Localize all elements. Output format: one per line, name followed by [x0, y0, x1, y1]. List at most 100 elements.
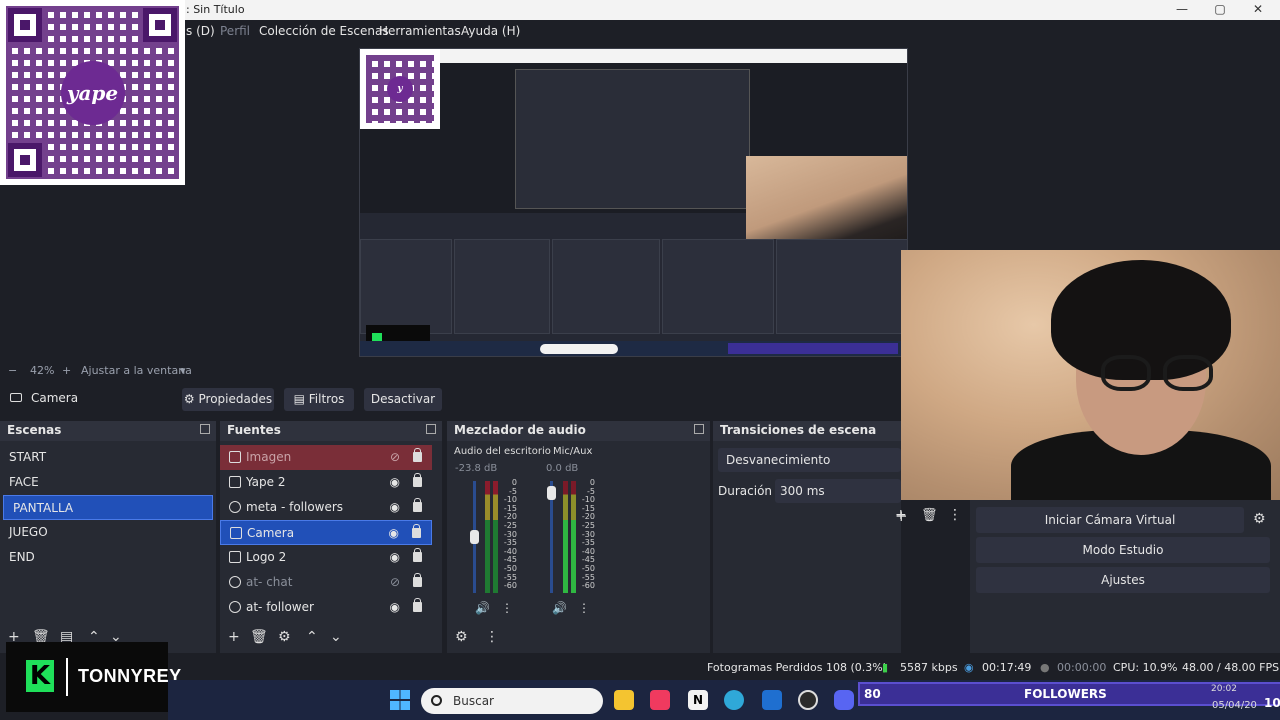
- scene-item[interactable]: FACE: [0, 470, 216, 495]
- eye-icon[interactable]: ◉: [389, 521, 399, 546]
- zoom-mode-select[interactable]: Ajustar a la ventana: [81, 364, 192, 377]
- desktop-audio-meter-left: [485, 481, 490, 593]
- undock-icon[interactable]: [694, 424, 704, 434]
- discord-icon[interactable]: [834, 690, 854, 710]
- nested-scenes-dock: [360, 239, 452, 334]
- scene-item[interactable]: JUEGO: [0, 520, 216, 545]
- qr-finder-top-right: [143, 8, 177, 42]
- lock-icon[interactable]: [413, 448, 422, 462]
- zoom-out-button[interactable]: −: [8, 364, 17, 377]
- lock-icon[interactable]: [412, 524, 421, 538]
- lock-icon[interactable]: [413, 498, 422, 512]
- eye-hidden-icon[interactable]: ⊘: [390, 445, 400, 470]
- menu-edit[interactable]: s (D): [186, 24, 215, 38]
- minimize-icon[interactable]: —: [1172, 2, 1192, 18]
- notion-icon[interactable]: N: [688, 690, 708, 710]
- scene-item-selected[interactable]: PANTALLA: [3, 495, 213, 520]
- source-item[interactable]: Imagen ⊘: [220, 445, 432, 470]
- scene-item[interactable]: START: [0, 445, 216, 470]
- eye-hidden-icon[interactable]: ⊘: [390, 570, 400, 595]
- settings-button[interactable]: Ajustes: [976, 567, 1270, 593]
- obs-icon[interactable]: [798, 690, 818, 710]
- scene-item[interactable]: END: [0, 545, 216, 570]
- music-app-icon[interactable]: [650, 690, 670, 710]
- lock-icon[interactable]: [413, 473, 422, 487]
- maximize-icon[interactable]: ▢: [1210, 2, 1230, 18]
- lock-icon[interactable]: [413, 548, 422, 562]
- nested-taskbar: [360, 341, 907, 356]
- eye-icon[interactable]: ◉: [390, 595, 400, 620]
- transitions-header: Transiciones de escena: [713, 421, 901, 441]
- program-preview[interactable]: y: [359, 48, 908, 357]
- undock-icon[interactable]: [426, 424, 436, 434]
- source-item[interactable]: at- follower ◉: [220, 595, 432, 620]
- taskbar-search[interactable]: Buscar: [421, 688, 603, 714]
- gear-icon: ⚙: [183, 392, 195, 406]
- search-placeholder: Buscar: [453, 694, 494, 708]
- logo-name: TONNYREY: [78, 666, 182, 686]
- eye-icon[interactable]: ◉: [390, 495, 400, 520]
- file-explorer-icon[interactable]: [614, 690, 634, 710]
- kebab-menu-icon[interactable]: ⋮: [501, 601, 513, 615]
- edge-icon[interactable]: [724, 690, 744, 710]
- mail-icon[interactable]: [762, 690, 782, 710]
- add-icon[interactable]: +: [228, 629, 240, 645]
- zoom-level: 42%: [30, 364, 55, 377]
- trash-icon[interactable]: 🗑: [250, 629, 268, 645]
- mic-fader-knob[interactable]: [547, 485, 556, 500]
- meter-tick-label: -60: [581, 581, 595, 591]
- source-item[interactable]: at- chat ⊘: [220, 570, 432, 595]
- signal-icon: ▮: [882, 661, 889, 674]
- followers-count: 80: [864, 687, 881, 701]
- start-virtual-camera-button[interactable]: Iniciar Cámara Virtual: [976, 507, 1244, 533]
- mic-db: 0.0 dB: [546, 463, 579, 474]
- menu-help[interactable]: Ayuda (H): [461, 24, 520, 38]
- gear-icon[interactable]: ⚙: [455, 629, 468, 645]
- zoom-in-button[interactable]: +: [62, 364, 71, 377]
- mixer-title: Mezclador de audio: [454, 423, 586, 437]
- lock-icon[interactable]: [413, 598, 422, 612]
- source-item[interactable]: Yape 2 ◉: [220, 470, 432, 495]
- stream-time: 00:17:49: [982, 661, 1032, 674]
- move-up-icon[interactable]: ⌃: [306, 629, 318, 645]
- filters-button[interactable]: ▤ Filtros: [284, 388, 354, 411]
- menu-profile[interactable]: Perfil: [220, 24, 250, 38]
- sources-title: Fuentes: [227, 423, 281, 437]
- speaker-icon[interactable]: 🔊: [552, 601, 567, 615]
- add-transition-icon[interactable]: +: [895, 507, 908, 525]
- lock-icon[interactable]: [413, 573, 422, 587]
- eye-icon[interactable]: ◉: [390, 545, 400, 570]
- chevron-down-icon[interactable]: ▾: [180, 364, 186, 377]
- source-item[interactable]: Logo 2 ◉: [220, 545, 432, 570]
- move-down-icon[interactable]: ⌄: [330, 629, 342, 645]
- gear-icon[interactable]: ⚙: [278, 629, 291, 645]
- eye-icon[interactable]: ◉: [390, 470, 400, 495]
- duration-input[interactable]: 300 ms: [775, 479, 901, 503]
- gear-icon[interactable]: ⚙: [1253, 511, 1266, 527]
- webcam-feed: [901, 250, 1280, 500]
- menu-tools[interactable]: Herramientas: [379, 24, 461, 38]
- undock-icon[interactable]: [200, 424, 210, 434]
- tonnyrey-logo: K TONNYREY: [6, 642, 181, 712]
- close-icon[interactable]: ✕: [1248, 2, 1268, 18]
- mic-meter-left: [563, 481, 568, 593]
- windows-start-icon[interactable]: [390, 690, 410, 710]
- deactivate-button[interactable]: Desactivar: [364, 388, 442, 411]
- kebab-menu-icon[interactable]: ⋮: [948, 507, 962, 523]
- kebab-menu-icon[interactable]: ⋮: [578, 601, 590, 615]
- speaker-icon[interactable]: 🔊: [475, 601, 490, 615]
- studio-mode-button[interactable]: Modo Estudio: [976, 537, 1270, 563]
- menu-scene-collection[interactable]: Colección de Escenas: [259, 24, 389, 38]
- kebab-menu-icon[interactable]: ⋮: [485, 629, 499, 645]
- cpu-usage: CPU: 10.9%: [1113, 661, 1178, 674]
- transition-value: Desvanecimiento: [726, 453, 831, 467]
- yape-logo: yape: [60, 60, 125, 125]
- transition-select[interactable]: Desvanecimiento: [718, 448, 901, 472]
- source-item-selected[interactable]: Camera ◉: [220, 520, 432, 545]
- trash-icon[interactable]: 🗑: [921, 508, 938, 523]
- properties-button[interactable]: ⚙ Propiedades: [182, 388, 274, 411]
- record-time: 00:00:00: [1057, 661, 1107, 674]
- nested-preview-inner: [515, 69, 750, 209]
- desktop-audio-fader-knob[interactable]: [470, 530, 479, 544]
- source-item[interactable]: meta - followers ◉: [220, 495, 432, 520]
